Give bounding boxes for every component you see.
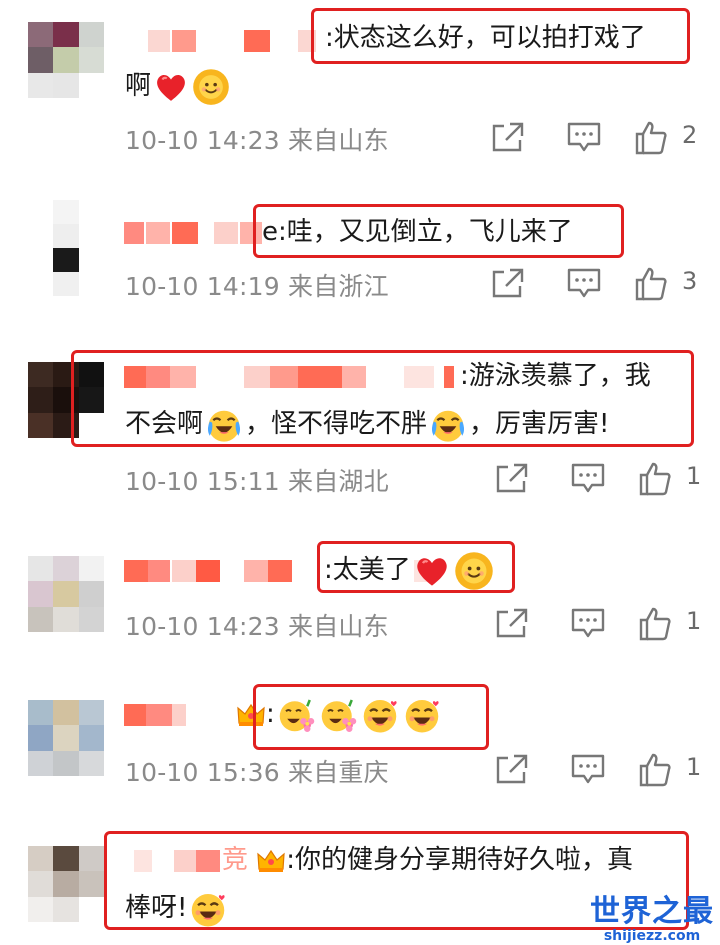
comment-actions: 1: [488, 604, 708, 644]
comment-location: 来自浙江: [288, 272, 389, 301]
like-icon[interactable]: [638, 606, 672, 642]
comment-time: 10-10 14:23: [125, 126, 280, 155]
username-blurred[interactable]: [124, 560, 428, 582]
username-blurred[interactable]: [148, 30, 318, 52]
comment-icon[interactable]: [570, 752, 606, 786]
highlight-box: [253, 204, 624, 258]
like-icon[interactable]: [634, 120, 668, 156]
like-icon[interactable]: [638, 752, 672, 788]
avatar[interactable]: [28, 22, 104, 98]
highlight-box: [317, 541, 515, 593]
share-icon[interactable]: [494, 461, 530, 495]
watermark-subtitle: shijiezz.com: [603, 928, 701, 944]
share-icon[interactable]: [494, 606, 530, 640]
comment-meta: 10-10 14:19 来自浙江: [125, 267, 389, 303]
highlight-box: [71, 350, 694, 447]
avatar[interactable]: [28, 700, 104, 776]
comment-text-line2: 啊: [125, 66, 231, 106]
comment-time: 10-10 14:23: [125, 612, 280, 641]
comment-meta: 10-10 14:23 来自山东: [125, 121, 389, 157]
avatar[interactable]: [28, 200, 104, 296]
share-icon[interactable]: [494, 752, 530, 786]
comment-icon[interactable]: [570, 606, 606, 640]
comment-time: 10-10 15:11: [125, 467, 280, 496]
comment-actions: 3: [488, 264, 708, 304]
comment-icon[interactable]: [566, 120, 602, 154]
comment-location: 来自山东: [288, 126, 389, 155]
comment-meta: 10-10 15:11 来自湖北: [125, 462, 389, 498]
watermark-logo: 世界之最 shijiezz.com: [590, 894, 714, 944]
comment-location: 来自重庆: [288, 758, 389, 787]
username-blurred[interactable]: [124, 222, 264, 244]
highlight-box: [311, 8, 690, 64]
like-count: 1: [686, 607, 702, 635]
comment-actions: 2: [488, 118, 708, 158]
avatar[interactable]: [28, 556, 104, 632]
highlight-box: [253, 684, 489, 750]
like-icon[interactable]: [634, 266, 668, 302]
comment-feed: :状态这么好，可以拍打戏了 啊 10-10 14:23 来自山东 2 e:哇，又…: [0, 0, 720, 945]
comment-actions: 1: [488, 750, 708, 790]
comment-location: 来自湖北: [288, 467, 389, 496]
username-blurred[interactable]: [124, 704, 186, 726]
like-count: 2: [682, 121, 698, 149]
comment-location: 来自山东: [288, 612, 389, 641]
comment-time: 10-10 15:36: [125, 758, 280, 787]
like-count: 1: [686, 462, 702, 490]
comment-icon[interactable]: [566, 266, 602, 300]
comment-icon[interactable]: [570, 461, 606, 495]
avatar[interactable]: [28, 846, 104, 922]
like-count: 3: [682, 267, 698, 295]
share-icon[interactable]: [490, 120, 526, 154]
watermark-title: 世界之最: [590, 894, 714, 929]
like-count: 1: [686, 753, 702, 781]
comment-meta: 10-10 15:36 来自重庆: [125, 753, 389, 789]
comment-meta: 10-10 14:23 来自山东: [125, 607, 389, 643]
like-icon[interactable]: [638, 461, 672, 497]
heart-icon: [157, 74, 185, 101]
comment-time: 10-10 14:19: [125, 272, 280, 301]
sun-smile-icon: [193, 68, 229, 105]
share-icon[interactable]: [490, 266, 526, 300]
comment-actions: 1: [488, 459, 708, 499]
